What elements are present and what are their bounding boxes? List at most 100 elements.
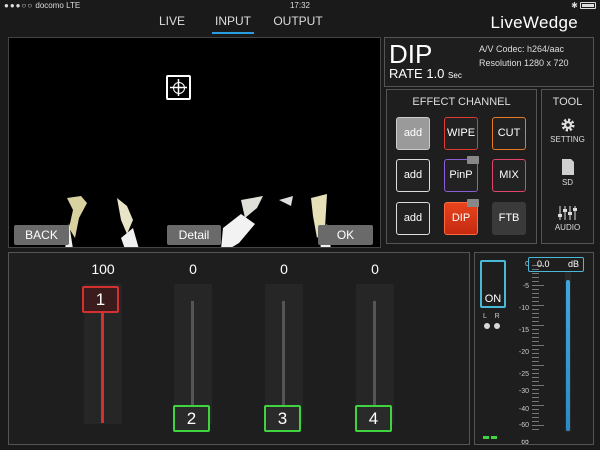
- meter-tick: [532, 393, 539, 394]
- meter-ticks: [532, 265, 544, 431]
- scale-tick-label: -60: [518, 422, 529, 429]
- sd-tool[interactable]: SD: [542, 158, 593, 187]
- left-signal-indicator: [483, 436, 489, 439]
- fader-2-value: 0: [189, 261, 197, 277]
- meter-tick: [532, 305, 544, 306]
- video-preview[interactable]: BACK Detail OK: [8, 37, 381, 248]
- meter-tick: [532, 301, 539, 302]
- meter-tick: [532, 353, 539, 354]
- audio-label: AUDIO: [554, 223, 581, 232]
- meter-tick: [532, 385, 544, 386]
- scale-tick-label: -15: [518, 327, 529, 334]
- rate-label: RATE: [389, 66, 423, 81]
- meter-tick: [532, 297, 539, 298]
- fader-1-value: 100: [91, 261, 115, 277]
- effect-info-panel: DIP RATE 1.0 Sec A/V Codec: h264/aac Res…: [384, 37, 594, 87]
- scale-tick-label: -30: [518, 388, 529, 395]
- fader-1-knob[interactable]: 1: [82, 286, 119, 313]
- audio-level-bar: [566, 280, 570, 431]
- meter-tick: [532, 357, 539, 358]
- fader-4-groove: [373, 301, 376, 419]
- mix-button[interactable]: MIX: [492, 159, 526, 192]
- status-bar: ●●●○○ docomo LTE 17:32 ✱: [0, 0, 600, 12]
- stream-info: A/V Codec: h264/aac Resolution 1280 x 72…: [479, 42, 569, 70]
- tab-live[interactable]: LIVE: [157, 12, 187, 34]
- resolution-line: Resolution 1280 x 720: [479, 58, 569, 68]
- status-time: 17:32: [289, 1, 311, 10]
- status-right: ✱: [571, 1, 596, 10]
- codec-line: A/V Codec: h264/aac: [479, 44, 565, 54]
- scale-tick-label: -25: [518, 371, 529, 378]
- scale-tick-label: -20: [518, 349, 529, 356]
- meter-tick: [532, 321, 539, 322]
- add-effect-button-3[interactable]: add: [396, 202, 430, 235]
- ftb-button[interactable]: FTB: [492, 202, 526, 235]
- add-effect-button-1[interactable]: add: [396, 117, 430, 150]
- tab-input[interactable]: INPUT: [212, 12, 254, 34]
- meter-tick: [532, 313, 539, 314]
- meter-tick: [532, 285, 544, 286]
- left-channel-led: [484, 323, 490, 329]
- fader-4-knob[interactable]: 4: [355, 405, 392, 432]
- scale-tick-label: -40: [518, 406, 529, 413]
- tab-output[interactable]: OUTPUT: [272, 12, 324, 34]
- meter-tick: [532, 329, 539, 330]
- scale-tick-label: -5: [522, 283, 529, 290]
- preview-image: [65, 194, 331, 247]
- dip-label: DIP: [451, 212, 471, 224]
- sd-label: SD: [561, 178, 574, 187]
- rate-value: 1.0: [426, 66, 445, 81]
- pinp-button[interactable]: PinP: [444, 156, 479, 192]
- rate-unit: Sec: [448, 71, 462, 80]
- meter-tick: [532, 277, 539, 278]
- db-readout[interactable]: 0.0 dB: [528, 257, 584, 272]
- meter-tick: [532, 349, 539, 350]
- bluetooth-icon: ✱: [571, 1, 578, 10]
- brand-logo: LiveWedge: [490, 13, 578, 32]
- gear-icon: [561, 118, 574, 132]
- add-effect-button-2[interactable]: add: [396, 159, 430, 192]
- lr-label: L R: [483, 313, 503, 320]
- meter-tick: [532, 429, 539, 430]
- right-signal-indicator: [491, 436, 497, 439]
- meter-tick: [532, 409, 539, 410]
- meter-tick: [532, 309, 539, 310]
- scale-tick-label: -10: [518, 305, 529, 312]
- meter-tick: [532, 397, 539, 398]
- meter-tick: [532, 281, 539, 282]
- effect-channel-panel: EFFECT CHANNEL add WIPE CUT add PinP MIX…: [386, 89, 537, 244]
- meter-tick: [532, 369, 539, 370]
- scale-tick-label: 0: [525, 261, 529, 268]
- battery-icon: [580, 2, 596, 9]
- fader-1-level: [101, 303, 104, 423]
- wipe-button[interactable]: WIPE: [444, 117, 478, 150]
- meter-tick: [532, 273, 539, 274]
- cut-button[interactable]: CUT: [492, 117, 526, 150]
- audio-tool[interactable]: AUDIO: [542, 205, 593, 232]
- rate-display: RATE 1.0 Sec: [389, 66, 462, 81]
- dip-button[interactable]: DIP: [444, 199, 479, 235]
- meter-tick: [532, 337, 539, 338]
- audio-panel: ON L R 0 -5 -10 -15 -20 -25 -30 -40 -60 …: [474, 252, 594, 448]
- top-nav: LIVE INPUT OUTPUT LiveWedge: [0, 12, 600, 34]
- meter-tick: [532, 289, 539, 290]
- fader-3-groove: [282, 301, 285, 419]
- detail-button[interactable]: Detail: [167, 225, 221, 245]
- meter-tick: [532, 373, 539, 374]
- settings-corner-icon: [467, 156, 479, 164]
- meter-tick: [532, 401, 539, 402]
- fader-3-value: 0: [280, 261, 288, 277]
- setting-tool[interactable]: SETTING: [542, 117, 593, 144]
- meter-tick: [532, 389, 539, 390]
- fader-2-knob[interactable]: 2: [173, 405, 210, 432]
- meter-tick: [532, 421, 539, 422]
- ok-button[interactable]: OK: [318, 225, 373, 245]
- back-button[interactable]: BACK: [14, 225, 69, 245]
- audio-on-button[interactable]: ON: [480, 260, 506, 308]
- fader-3-knob[interactable]: 3: [264, 405, 301, 432]
- meter-tick: [532, 405, 544, 406]
- fader-panel: 100 1 0 2 0 3 0 4: [8, 252, 470, 445]
- meter-tick: [532, 413, 539, 414]
- pinp-label: PinP: [449, 169, 473, 181]
- meter-tick: [532, 345, 544, 346]
